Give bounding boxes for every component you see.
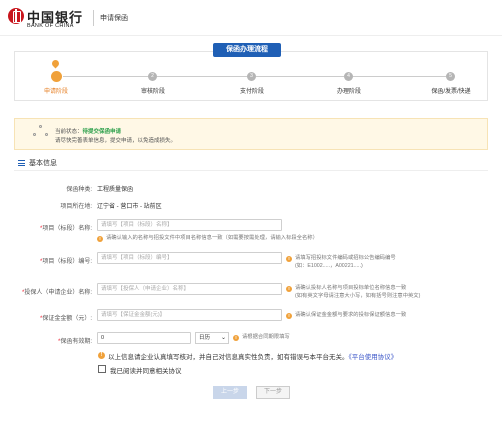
step-1-label: 申请阶段: [43, 89, 69, 95]
notice-message: 请尽快完善表单信息，提交申请，以免造成损失。: [55, 138, 177, 144]
declaration-body: 以上信息请企业认真填写核对，并自己对信息真实性负责，如有错误与本平台无关。: [108, 354, 349, 361]
info-icon: !: [286, 256, 292, 262]
insured-name-input[interactable]: [97, 283, 282, 295]
logo-english-text: BANK OF CHINA: [27, 23, 74, 29]
next-step-button[interactable]: 下一步: [256, 386, 290, 399]
project-code-hint-example: (如：E1002.....，A00221.....): [295, 263, 363, 269]
step-4-dot: 4: [344, 72, 353, 81]
bank-logo[interactable]: 中国银行 BANK OF CHINA: [8, 6, 88, 32]
project-code-hint: 请填写招投标文件编码或招标公告编码编号: [295, 255, 396, 261]
top-header: 中国银行 BANK OF CHINA 申请保函: [0, 0, 502, 36]
notice-status-value: 待提交保函申请: [82, 129, 122, 135]
location-value: 辽宁省 - 营口市 - 站前区: [97, 204, 162, 210]
notice-status-line: 当前状态：待提交保函申请: [55, 127, 121, 135]
project-name-label: *项目（标段）名称:: [39, 226, 92, 232]
insured-name-label: *投保人（申请企业）名称:: [21, 290, 92, 296]
step-4-label: 办理阶段: [336, 89, 362, 95]
flow-title-badge: 保函办理流程: [213, 43, 281, 57]
header-divider: [93, 10, 94, 26]
deposit-amount-label: *保证金金额（元）:: [39, 316, 92, 322]
list-icon: [18, 160, 25, 166]
chevron-down-icon: ⌄: [220, 335, 226, 341]
info-icon: !: [233, 335, 239, 341]
agree-label[interactable]: 我已阅读并同意相关协议: [110, 365, 182, 375]
step-1-dot: [51, 71, 62, 82]
declaration-text: 以上信息请企业认真填写核对，并自己对信息真实性负责，如有错误与本平台无关。《平台…: [108, 351, 397, 361]
guarantee-type-label: 保函种类:: [66, 187, 92, 193]
deposit-amount-hint: 请确认保证金金额与要求的投标保证额信息一致: [295, 312, 407, 318]
boc-emblem-icon: [8, 8, 24, 24]
info-icon: !: [97, 236, 103, 242]
step-5-dot: 5: [446, 72, 455, 81]
validity-unit-value: 日历: [199, 335, 211, 341]
validity-hint: 请根据合同期限填写: [242, 334, 290, 340]
step-5-label: 保函/发票/快递: [431, 89, 471, 95]
step-2-label: 审核阶段: [140, 89, 166, 95]
notice-status-prefix: 当前状态：: [55, 129, 83, 135]
step-2-dot: 2: [148, 72, 157, 81]
project-code-label: *项目（标段）编号:: [39, 259, 92, 265]
platform-agreement-link[interactable]: 《平台使用协议》: [349, 354, 398, 361]
info-icon: !: [98, 352, 105, 359]
agree-checkbox[interactable]: [98, 365, 106, 373]
status-notice: 当前状态：待提交保函申请 请尽快完善表单信息，提交申请，以免造成损失。: [14, 118, 488, 150]
step-3-label: 支付阶段: [239, 89, 265, 95]
step-connector: [63, 76, 148, 77]
validity-unit-select[interactable]: 日历 ⌄: [195, 332, 229, 344]
step-connector: [353, 76, 446, 77]
info-icon: !: [286, 313, 292, 319]
app-title: 申请保函: [100, 15, 128, 22]
insured-name-hint-note: (如有英文字母请注意大小写，如有括号则注意中英文): [295, 293, 421, 299]
step-3-dot: 3: [247, 72, 256, 81]
validity-input[interactable]: [97, 332, 191, 344]
guarantee-type-value: 工程质量保函: [97, 187, 134, 193]
location-label: 项目所在地:: [60, 204, 92, 210]
loading-dots-icon: [33, 125, 49, 141]
step-connector: [256, 76, 344, 77]
project-name-hint: 请确认输入的名称与招投文件中项目名称信息一致（如需要按需处理，请输入标段全名称）: [106, 235, 318, 241]
project-code-input[interactable]: [97, 252, 282, 264]
info-icon: !: [286, 286, 292, 292]
validity-label: *保函有效期:: [57, 339, 92, 345]
section-divider: [14, 170, 488, 171]
section-title: 基本信息: [29, 160, 57, 167]
step-connector: [157, 76, 247, 77]
deposit-amount-input[interactable]: [97, 309, 282, 321]
project-name-input[interactable]: [97, 219, 282, 231]
previous-step-button[interactable]: 上一步: [213, 386, 247, 399]
insured-name-hint: 请确认投标人名称与项目投标单位名称信息一致: [295, 285, 407, 291]
